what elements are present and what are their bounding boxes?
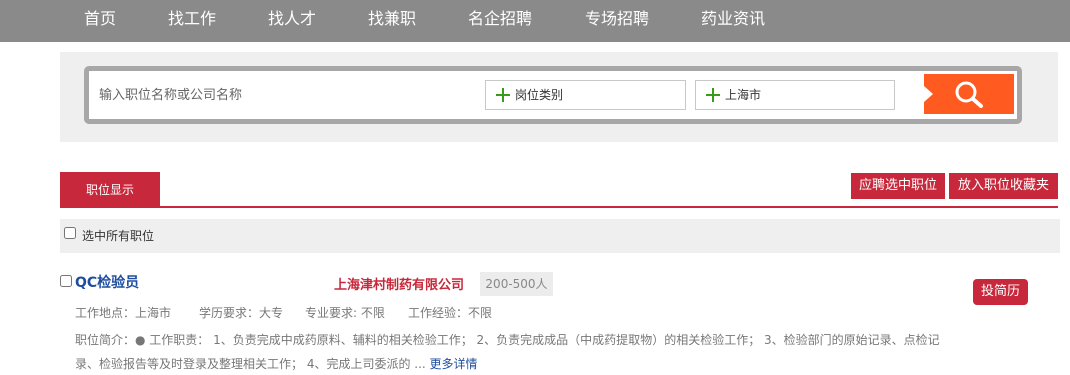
nav-item-special-recruitment[interactable]: 专场招聘 <box>585 0 649 42</box>
plus-icon <box>496 88 510 102</box>
job-summary-text: 职位简介：● 工作职责： 1、负责完成中成药原料、辅料的相关检验工作； 2、负责… <box>75 333 940 371</box>
nav-item-part-time[interactable]: 找兼职 <box>368 0 416 42</box>
search-bar: 岗位类别 上海市 <box>84 66 1022 124</box>
nav-item-pharma-news[interactable]: 药业资讯 <box>701 0 765 42</box>
top-nav: 首页 找工作 找人才 找兼职 名企招聘 专场招聘 药业资讯 <box>0 0 1070 42</box>
job-summary: 职位简介：● 工作职责： 1、负责完成中成药原料、辅料的相关检验工作； 2、负责… <box>75 328 955 375</box>
more-details-link[interactable]: 更多详情 <box>430 357 478 371</box>
company-name-link[interactable]: 上海津村制药有限公司 <box>334 274 464 293</box>
select-all-checkbox[interactable] <box>64 227 76 239</box>
button-notch <box>924 86 933 102</box>
keyword-input[interactable] <box>99 77 469 113</box>
search-button[interactable] <box>924 74 1014 114</box>
tab-job-display[interactable]: 职位显示 <box>60 172 160 208</box>
job-listing: QC检验员 上海津村制药有限公司 200-500人 工作地点：上海市 学历要求：… <box>60 268 1060 375</box>
job-title-link[interactable]: QC检验员 <box>75 272 139 292</box>
nav-item-find-talent[interactable]: 找人才 <box>268 0 316 42</box>
tab-bar: 职位显示 应聘选中职位 放入职位收藏夹 <box>60 172 1058 208</box>
apply-selected-button[interactable]: 应聘选中职位 <box>851 173 945 199</box>
job-education: 学历要求：大专 <box>199 306 284 320</box>
job-location: 工作地点：上海市 <box>75 306 172 320</box>
select-all-label: 选中所有职位 <box>82 229 155 243</box>
magnifier-icon <box>955 81 983 108</box>
location-label: 上海市 <box>725 88 762 102</box>
submit-resume-button[interactable]: 投简历 <box>973 279 1028 305</box>
job-checkbox[interactable] <box>60 275 72 287</box>
location-select[interactable]: 上海市 <box>695 80 895 110</box>
nav-item-find-job[interactable]: 找工作 <box>168 0 216 42</box>
job-major: 专业要求: 不限 <box>305 306 385 320</box>
plus-icon <box>706 88 720 102</box>
nav-item-home[interactable]: 首页 <box>84 0 116 42</box>
job-experience: 工作经验：不限 <box>408 306 493 320</box>
nav-item-famous-companies[interactable]: 名企招聘 <box>468 0 532 42</box>
search-area: 岗位类别 上海市 <box>60 52 1058 142</box>
job-category-select[interactable]: 岗位类别 <box>485 80 686 110</box>
add-to-favorites-button[interactable]: 放入职位收藏夹 <box>949 173 1058 199</box>
select-all-bar: 选中所有职位 <box>60 219 1060 253</box>
company-size-badge: 200-500人 <box>480 272 553 296</box>
job-category-label: 岗位类别 <box>515 88 564 102</box>
